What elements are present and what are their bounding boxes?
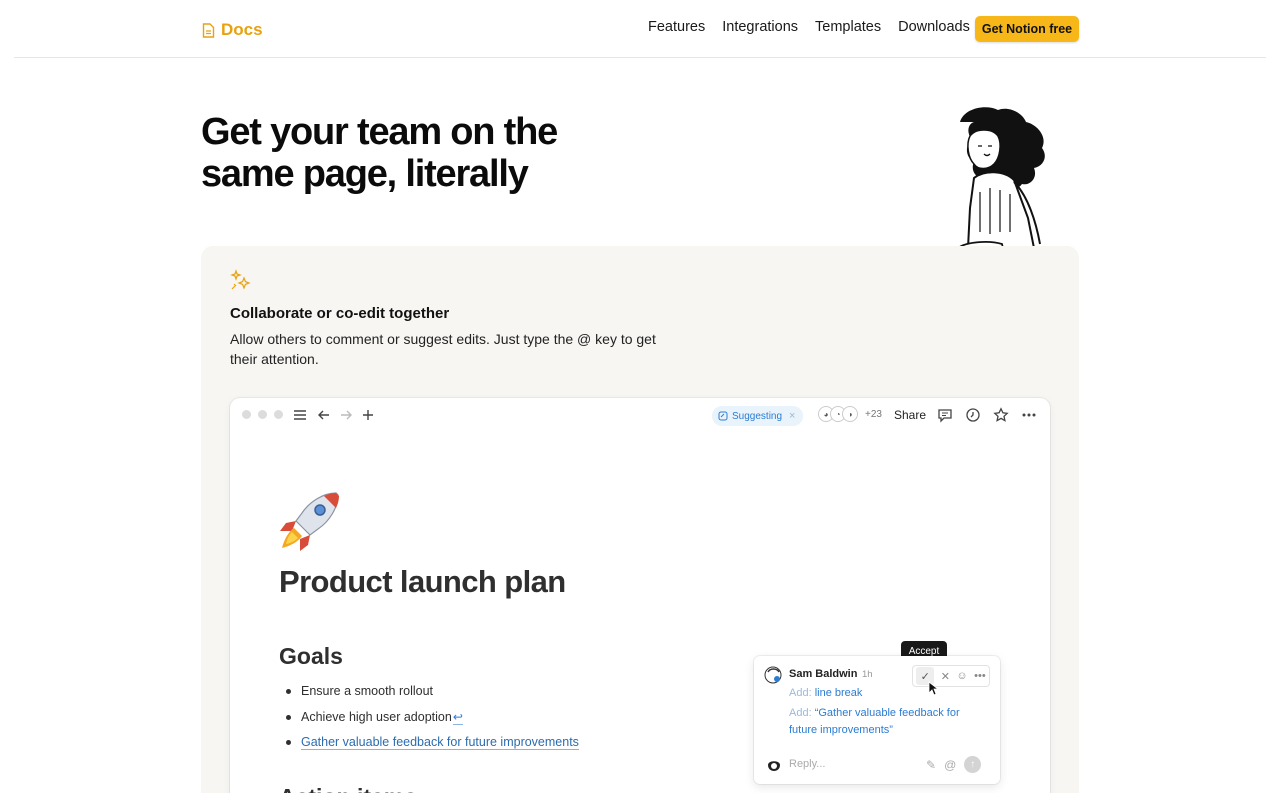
reply-input[interactable]: Reply... [789,758,825,770]
suggestion-line-break: Add: line break [789,685,989,702]
list-item-text: Achieve high user adoption [301,709,452,724]
goals-heading[interactable]: Goals [279,643,343,670]
collaborator-avatars[interactable]: ◕ ◔ ◑ [818,406,858,422]
line-break-suggestion-icon[interactable]: ↩ [452,709,463,725]
reply-actions: ✎ @ ↑ [926,756,982,773]
suggesting-mode-pill[interactable]: Suggesting × [712,406,804,426]
star-icon[interactable] [993,407,1009,423]
suggestion-feedback: Add: “Gather valuable feedback for futur… [789,705,989,739]
window-dot[interactable] [274,410,283,419]
nav-link-integrations[interactable]: Integrations [722,19,798,35]
avatar [768,761,780,771]
more-icon[interactable]: ••• [974,670,986,682]
nav-link-features[interactable]: Features [648,19,705,35]
suggestion-text: line break [814,687,863,699]
document-icon [202,22,215,38]
reject-close-icon[interactable]: ✕ [941,670,950,683]
suggestion-comment: Sam Baldwin 1h ✓ ✕ ☺ ••• Add: line break… [754,656,1000,784]
nav-link-downloads[interactable]: Downloads [898,19,970,35]
document-title[interactable]: Product launch plan [279,564,566,600]
comment-time: 1h [862,669,873,680]
arrow-right-icon[interactable] [338,407,354,423]
hero-title: Get your team on the same page, literall… [201,111,558,195]
list-item-text: Gather valuable feedback for future impr… [301,735,579,750]
nav-links: Features Integrations Templates Download… [648,19,987,35]
add-label: Add: [789,707,812,719]
goals-list: Ensure a smooth rollout Achieve high use… [279,682,579,759]
window-dot[interactable] [258,410,267,419]
share-button[interactable]: Share [894,408,926,422]
edit-icon [718,411,728,421]
close-icon[interactable]: × [789,410,795,422]
avatar [764,666,782,684]
comment-icon[interactable] [937,407,953,423]
brand-name: Docs [221,20,263,39]
comment-author: Sam Baldwin [789,668,858,680]
list-item[interactable]: Achieve high user adoption↩ [279,708,579,734]
list-item-text: Ensure a smooth rollout [301,684,434,698]
clock-icon[interactable] [965,407,981,423]
suggesting-label: Suggesting [732,410,783,422]
suggestion-text: “Gather valuable feedback for future imp… [789,707,960,736]
collaborator-count[interactable]: +23 [865,409,882,420]
get-notion-free-button[interactable]: Get Notion free [975,16,1079,42]
suggestion-actions: ✓ ✕ ☺ ••• [912,665,990,687]
send-arrow-icon[interactable]: ↑ [964,756,982,773]
feature-title: Collaborate or co-edit together [230,305,450,322]
menu-icon[interactable] [292,407,308,423]
avatar: ◑ [842,406,858,422]
window-controls [242,410,283,419]
suggested-list-item[interactable]: Gather valuable feedback for future impr… [279,733,579,759]
add-reaction-icon[interactable]: ☺ [956,670,967,682]
more-icon[interactable] [1021,407,1037,423]
person-illustration [957,107,1045,260]
feature-description: Allow others to comment or suggest edits… [230,331,656,367]
plus-icon[interactable] [360,407,376,423]
arrow-left-icon[interactable] [316,407,332,423]
add-label: Add: [789,687,812,699]
attachment-icon[interactable]: ✎ [926,758,936,772]
list-item[interactable]: Ensure a smooth rollout [279,682,579,708]
action-items-heading[interactable]: Action items [279,784,417,793]
mouse-cursor-icon [928,681,939,696]
nav-link-templates[interactable]: Templates [815,19,881,35]
top-navigation: Docs Features Integrations Templates Dow… [0,0,1280,58]
mention-icon[interactable]: @ [944,758,956,772]
brand-logo[interactable]: Docs [202,20,263,40]
window-dot[interactable] [242,410,251,419]
rocket-icon [280,492,339,551]
sparkle-icon [230,269,251,290]
header-divider [14,57,1266,58]
